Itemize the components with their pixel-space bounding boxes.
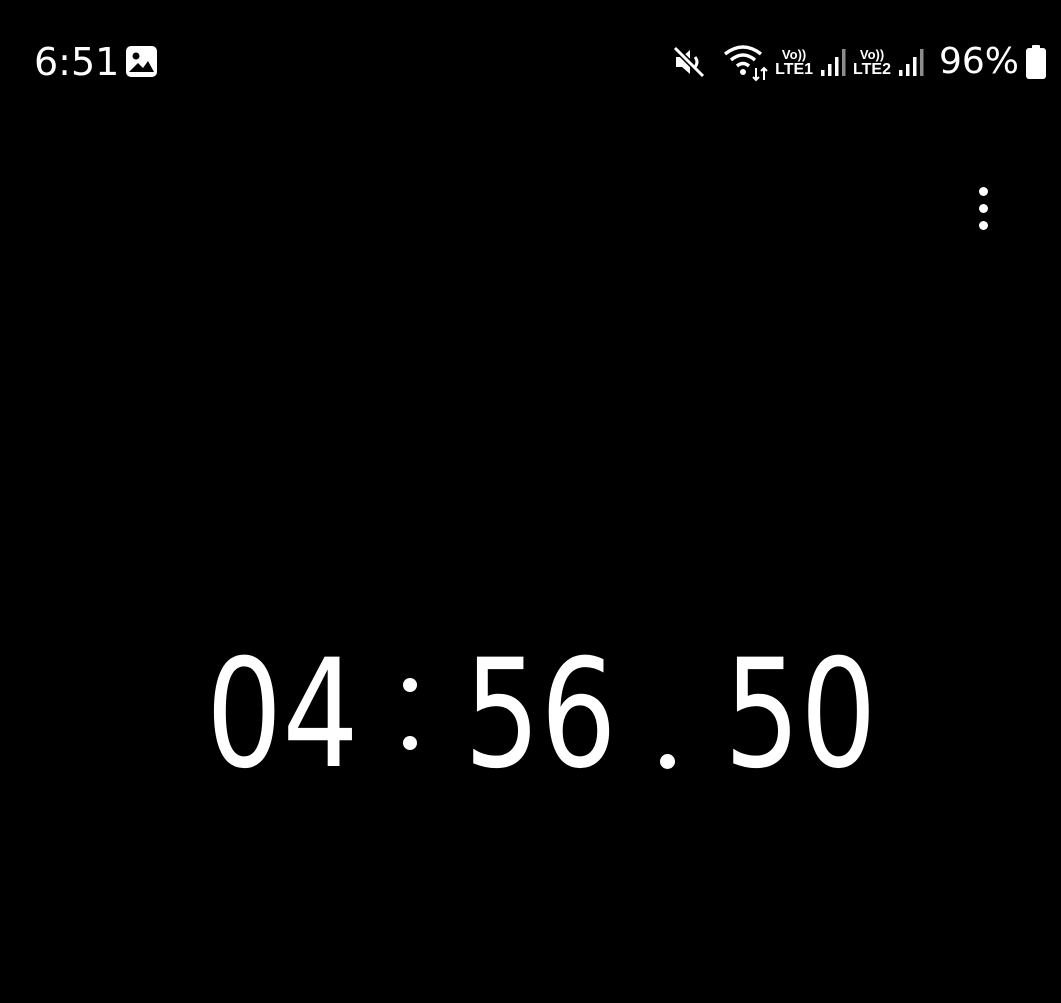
stopwatch-seconds: 56 <box>464 628 617 802</box>
sim1-lte-label: LTE1 <box>775 61 814 78</box>
stopwatch-display: 04 56 50 <box>0 640 1061 790</box>
status-icons: Vo)) LTE1 Vo)) LTE2 96% <box>671 38 1047 86</box>
sim2-network-label: Vo)) LTE2 <box>853 47 891 78</box>
battery-icon <box>1026 45 1046 79</box>
sim1-volte-label: Vo)) <box>781 47 807 62</box>
signal-bars-icon <box>898 49 924 76</box>
stopwatch-minutes: 04 <box>206 628 359 802</box>
signal-bars-icon <box>821 49 846 76</box>
sim2-lte-label: LTE2 <box>853 61 891 78</box>
status-time: 6:51 <box>34 40 120 84</box>
more-options-icon <box>978 186 988 196</box>
volume-muted-icon <box>672 45 706 79</box>
sim1-network-label: Vo)) LTE1 <box>775 47 814 78</box>
stopwatch-decimal-separator <box>660 754 675 769</box>
stopwatch-centiseconds: 50 <box>724 628 877 802</box>
gallery-image-icon <box>126 46 157 77</box>
stopwatch-colon-separator <box>403 678 419 750</box>
status-bar: 6:51 Vo)) LTE1 Vo)) LTE2 96% <box>0 0 1061 125</box>
battery-percentage: 96% <box>938 41 1019 82</box>
wifi-icon <box>724 45 768 82</box>
sim2-volte-label: Vo)) <box>859 47 885 62</box>
more-options-button[interactable] <box>962 178 1004 238</box>
